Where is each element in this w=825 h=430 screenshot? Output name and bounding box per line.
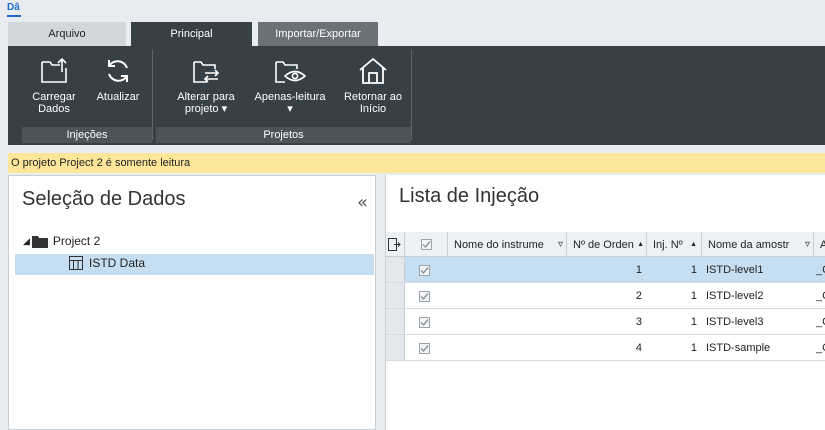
sort-asc-icon: ▲ [637, 241, 644, 248]
row-checkbox[interactable] [419, 283, 430, 309]
column-header-nome-instrumento[interactable]: Nome do instrume ▿ [448, 232, 567, 257]
refresh-icon [108, 60, 128, 82]
group-label-projetos: Projetos [156, 127, 411, 143]
dropdown-arrow-icon: ▾ [221, 103, 228, 115]
folder-icon [31, 235, 48, 248]
table-row[interactable]: 2 1 ISTD-level2 _C [386, 283, 825, 309]
tree-item-istd-data[interactable]: ISTD Data [69, 256, 145, 270]
carregar-dados-button[interactable]: Carregar Dados [24, 46, 84, 115]
data-selection-panel: Seleção de Dados « ◢ Project 2 ISTD Data [8, 175, 376, 430]
grid-header: Nome do instrume ▿ Nº de Orden ▲ Inj. Nº… [386, 232, 825, 257]
cell-order: 2 [635, 290, 642, 302]
folder-eye-icon [275, 61, 307, 83]
row-gutter[interactable] [386, 257, 405, 282]
cell-sample: ISTD-level2 [706, 290, 764, 302]
carregar-label-1: Carregar [32, 91, 76, 103]
folder-upload-icon [41, 57, 67, 83]
cell-inj: 1 [690, 264, 697, 276]
tree-project-node[interactable]: ◢ Project 2 [23, 234, 100, 248]
alterar-projeto-button[interactable]: Alterar para projeto ▾ [170, 46, 242, 115]
table-row[interactable]: 4 1 ISTD-sample _C [386, 335, 825, 361]
dropdown-arrow-icon: ▾ [287, 103, 293, 115]
cell-sample: ISTD-sample [706, 342, 771, 354]
row-gutter[interactable] [386, 335, 405, 360]
apenas-label: Apenas-leitura [254, 91, 326, 103]
expand-triangle-icon[interactable]: ◢ [23, 236, 30, 247]
carregar-label-2: Dados [38, 103, 70, 115]
row-checkbox[interactable] [419, 257, 430, 283]
cell-extra: _C [816, 264, 825, 276]
row-checkbox[interactable] [419, 309, 430, 335]
column-header-nr-ordem[interactable]: Nº de Orden ▲ [567, 232, 647, 257]
checkbox[interactable] [420, 239, 432, 250]
sort-asc-icon: ▲ [690, 241, 697, 248]
injection-list-panel: Lista de Injeção Nome do instrume ▿ Nº d… [385, 175, 825, 430]
tab-importar-exportar[interactable]: Importar/Exportar [258, 22, 378, 46]
retornar-inicio-button[interactable]: Retornar ao Início [338, 46, 408, 115]
cell-extra: _C [816, 316, 825, 328]
folder-switch-icon [193, 61, 220, 83]
row-checkbox[interactable] [419, 335, 430, 361]
app-logo: Dâ [7, 2, 20, 13]
cell-inj: 1 [690, 342, 697, 354]
filter-icon[interactable]: ▿ [805, 239, 810, 250]
tab-arquivo[interactable]: Arquivo [8, 22, 126, 46]
atualizar-button[interactable]: Atualizar [90, 46, 146, 103]
column-header-a[interactable]: A [814, 232, 825, 257]
table-row[interactable]: 1 1 ISTD-level1 _C [386, 257, 825, 283]
cell-sample: ISTD-level1 [706, 264, 764, 276]
table-row[interactable]: 3 1 ISTD-level3 _C [386, 309, 825, 335]
ribbon: Carregar Dados Atualizar Alterar para pr… [8, 46, 825, 145]
cell-sample: ISTD-level3 [706, 316, 764, 328]
cell-inj: 1 [690, 316, 697, 328]
tree-item-label: ISTD Data [89, 256, 146, 270]
alterar-label-2: projeto ▾ [184, 103, 228, 115]
apenas-leitura-button[interactable]: Apenas-leitura ▾ [248, 46, 332, 115]
row-gutter[interactable] [386, 283, 405, 308]
atualizar-label: Atualizar [96, 91, 140, 103]
title-bar: Dâ [0, 0, 825, 22]
cell-extra: _C [816, 342, 825, 354]
retornar-label-2: Início [359, 103, 387, 115]
group-label-injecoes: Injeções [22, 127, 152, 143]
app-logo-underline [7, 15, 21, 17]
ribbon-separator [152, 50, 153, 140]
data-sheet-icon [69, 256, 83, 270]
ribbon-tabs: Arquivo Principal Importar/Exportar [0, 22, 825, 46]
select-all-checkbox[interactable] [405, 232, 448, 257]
tree-project-label: Project 2 [52, 234, 101, 248]
readonly-notice: O projeto Project 2 é somente leitura [8, 153, 825, 173]
home-icon [359, 57, 387, 84]
collapse-panel-icon[interactable]: « [357, 192, 368, 213]
column-header-inj-nr[interactable]: Inj. Nº ▲ [647, 232, 702, 257]
cell-order: 3 [635, 316, 642, 328]
panel-title: Seleção de Dados [22, 188, 186, 210]
cell-inj: 1 [690, 290, 697, 302]
column-chooser-icon[interactable] [386, 232, 405, 257]
column-header-nome-amostra[interactable]: Nome da amostr ▿ [702, 232, 814, 257]
tab-principal[interactable]: Principal [131, 22, 252, 46]
cell-order: 1 [635, 264, 642, 276]
alterar-label-1: Alterar para [177, 91, 235, 103]
cell-order: 4 [635, 342, 642, 354]
retornar-label-1: Retornar ao [343, 91, 403, 103]
cell-extra: _C [816, 290, 825, 302]
filter-icon[interactable]: ▿ [558, 239, 563, 250]
ribbon-separator [411, 50, 412, 140]
row-gutter[interactable] [386, 309, 405, 334]
panel-title: Lista de Injeção [399, 185, 540, 207]
